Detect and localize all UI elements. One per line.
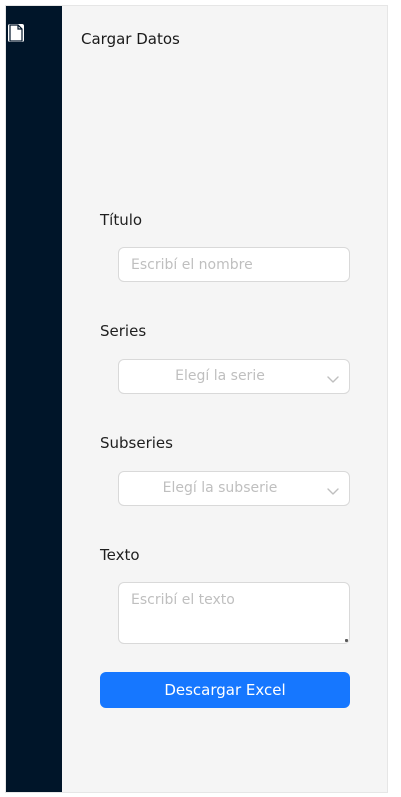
subseries-select-placeholder: Elegí la subserie bbox=[162, 480, 278, 496]
titulo-input[interactable] bbox=[119, 248, 349, 281]
titulo-input-wrapper bbox=[118, 247, 350, 282]
series-select[interactable]: Elegí la serie bbox=[118, 359, 350, 394]
series-select-placeholder: Elegí la serie bbox=[175, 368, 265, 384]
chevron-down-icon bbox=[327, 371, 339, 383]
resize-handle[interactable] bbox=[345, 639, 348, 642]
data-form: Título Series Elegí la serie Subseries E… bbox=[6, 6, 387, 792]
titulo-label: Título bbox=[100, 211, 143, 229]
download-excel-button[interactable]: Descargar Excel bbox=[100, 672, 350, 708]
texto-label: Texto bbox=[100, 546, 140, 564]
chevron-down-icon bbox=[327, 483, 339, 495]
subseries-select[interactable]: Elegí la subserie bbox=[118, 471, 350, 506]
app-window: Cargar Datos Título Series Elegí la seri… bbox=[5, 5, 388, 793]
series-label: Series bbox=[100, 322, 147, 340]
texto-textarea-wrapper bbox=[118, 582, 350, 644]
subseries-label: Subseries bbox=[100, 434, 173, 452]
texto-textarea[interactable] bbox=[119, 583, 349, 643]
